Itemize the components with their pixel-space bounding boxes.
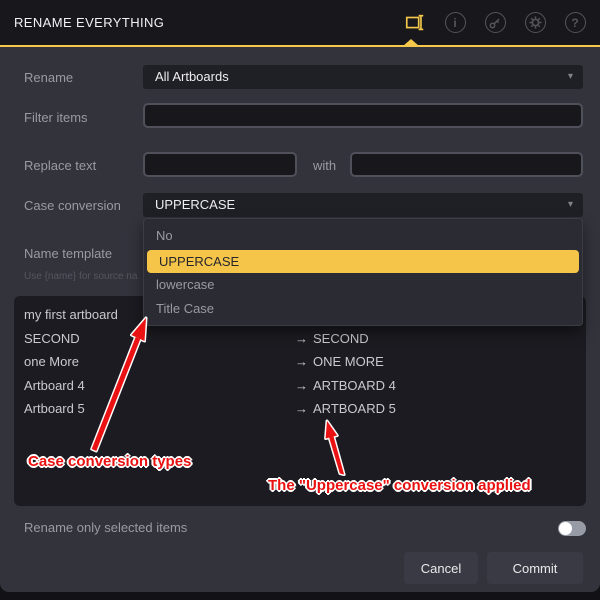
menu-item-title-case[interactable]: Title Case	[144, 297, 582, 321]
artboard-rename-icon[interactable]	[404, 12, 426, 34]
menu-item-lowercase[interactable]: lowercase	[144, 273, 582, 297]
with-label: with	[313, 158, 336, 173]
source-name: Artboard 4	[24, 374, 85, 397]
replace-text-label: Replace text	[24, 158, 96, 173]
replace-with-input[interactable]	[350, 152, 583, 177]
result-name: SECOND	[313, 327, 369, 350]
rename-only-selected-label: Rename only selected items	[24, 520, 187, 535]
arrow-right-icon: →	[295, 327, 308, 350]
name-template-label: Name template	[24, 246, 112, 261]
rename-preview-panel: my first artboard SECOND → SECOND one Mo…	[14, 296, 586, 506]
result-name: ARTBOARD 5	[313, 397, 396, 420]
rename-select[interactable]: All Artboards ▾	[143, 65, 583, 89]
case-conversion-label: Case conversion	[24, 198, 121, 213]
rename-everything-dialog: RENAME EVERYTHING i	[0, 0, 600, 592]
active-tab-pointer	[403, 39, 419, 46]
key-icon[interactable]	[484, 12, 506, 34]
result-name: ARTBOARD 4	[313, 374, 396, 397]
rename-only-selected-toggle[interactable]	[558, 521, 586, 536]
arrow-right-icon: →	[295, 374, 308, 397]
commit-button[interactable]: Commit	[487, 552, 583, 584]
filter-items-label: Filter items	[24, 110, 88, 125]
preview-row: one More → ONE MORE	[14, 350, 586, 373]
source-name: Artboard 5	[24, 397, 85, 420]
toggle-knob	[559, 522, 572, 535]
preview-row: Artboard 5 → ARTBOARD 5	[14, 397, 586, 420]
accent-underline	[0, 45, 600, 47]
cancel-button[interactable]: Cancel	[404, 552, 478, 584]
rename-select-value: All Artboards	[155, 69, 229, 84]
arrow-right-icon: →	[295, 397, 308, 420]
menu-item-no[interactable]: No	[144, 224, 582, 248]
arrow-right-icon: →	[295, 350, 308, 373]
preview-row: SECOND → SECOND	[14, 327, 586, 350]
rename-label: Rename	[24, 70, 73, 85]
help-icon[interactable]: ?	[564, 12, 586, 34]
replace-search-input[interactable]	[143, 152, 297, 177]
result-name: ONE MORE	[313, 350, 384, 373]
source-name: one More	[24, 350, 79, 373]
name-template-hint: Use {name} for source na	[24, 271, 137, 282]
gear-icon[interactable]	[524, 12, 546, 34]
chevron-down-icon: ▾	[568, 193, 573, 217]
filter-items-input[interactable]	[143, 103, 583, 128]
page-title: RENAME EVERYTHING	[14, 0, 164, 45]
source-name: SECOND	[24, 327, 80, 350]
preview-row: Artboard 4 → ARTBOARD 4	[14, 374, 586, 397]
chevron-down-icon: ▾	[568, 65, 573, 89]
info-icon[interactable]: i	[444, 12, 466, 34]
menu-item-uppercase[interactable]: UPPERCASE	[147, 250, 579, 273]
case-conversion-select[interactable]: UPPERCASE ▾	[143, 193, 583, 217]
case-conversion-value: UPPERCASE	[155, 197, 235, 212]
case-conversion-menu: No UPPERCASE lowercase Title Case	[143, 218, 583, 326]
header-icon-row: i	[404, 0, 586, 45]
header-bar: RENAME EVERYTHING i	[0, 0, 600, 45]
source-name: my first artboard	[24, 303, 118, 326]
